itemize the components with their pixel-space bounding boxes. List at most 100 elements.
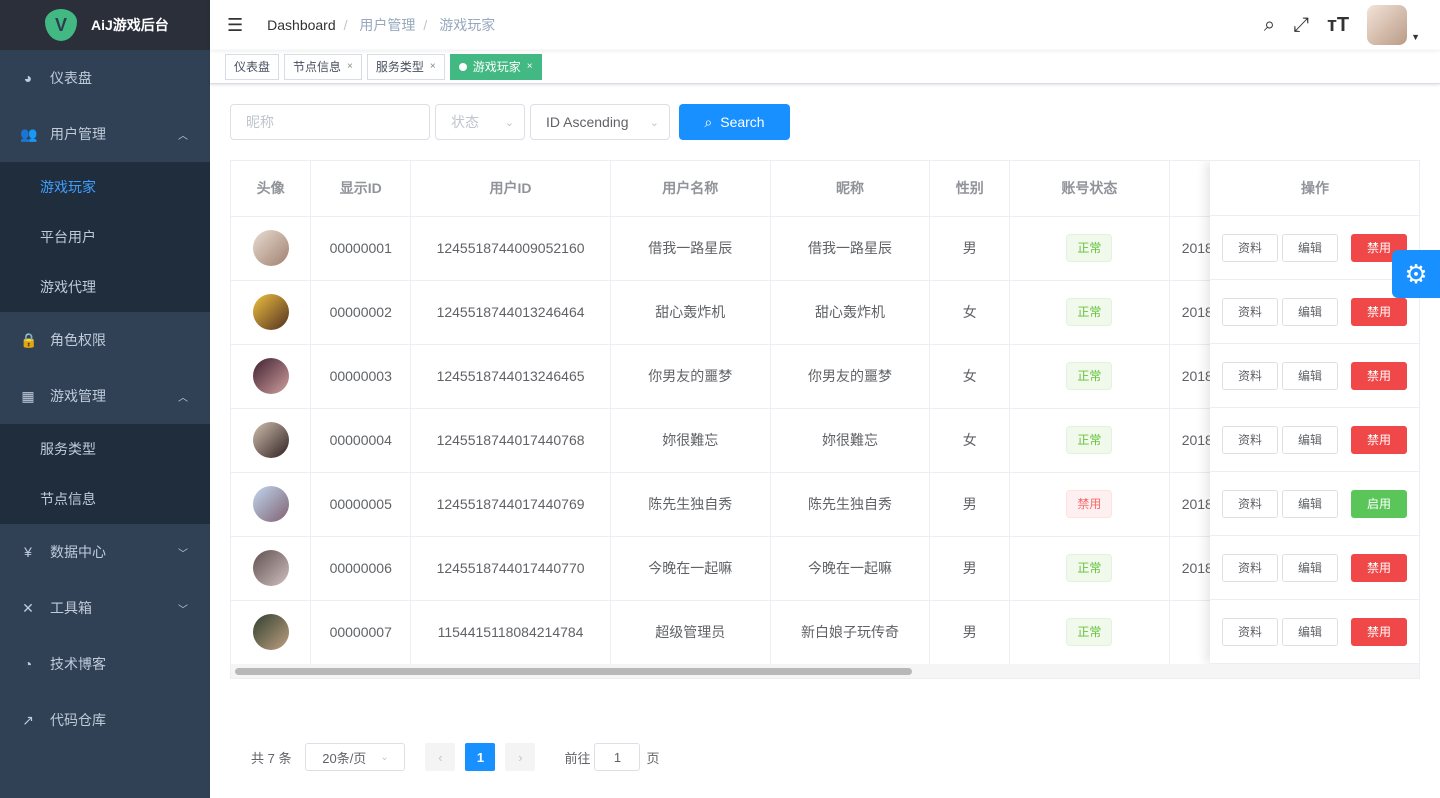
avatar-cell	[231, 344, 312, 409]
edit-button[interactable]: 编辑	[1282, 553, 1338, 582]
tools-icon: ✕	[22, 599, 34, 616]
total-count: 共 7 条	[251, 750, 292, 766]
tag-label: 服务类型	[375, 60, 424, 74]
user-avatar[interactable]	[1367, 5, 1408, 45]
logo[interactable]: V AiJ游戏后台	[0, 0, 210, 50]
column-header: 性别	[929, 161, 1011, 217]
profile-button[interactable]: 资料	[1222, 617, 1278, 646]
page-1-button[interactable]: 1	[465, 743, 496, 771]
user-icon: 👥	[20, 125, 38, 142]
tag-tab[interactable]: 节点信息 ×	[284, 53, 362, 80]
tag-label: 节点信息	[293, 60, 342, 74]
close-icon[interactable]: ×	[430, 61, 436, 72]
user-id-cell: 1245518744009052160	[410, 216, 611, 281]
breadcrumb-item: 用户管理	[359, 17, 416, 33]
grid-icon: ▦	[21, 387, 35, 404]
search-icon[interactable]: ⌕	[1264, 14, 1275, 37]
dashboard-icon: ◕	[23, 70, 33, 86]
actions-row: 资料 编辑 禁用	[1210, 280, 1419, 344]
sidebar-item-label: 技术博客	[50, 656, 106, 672]
active-dot-icon	[458, 62, 467, 71]
close-icon[interactable]: ×	[527, 61, 533, 72]
sidebar-item[interactable]: 🔒 角色权限	[0, 312, 210, 368]
caret-down-icon[interactable]: ▼	[1411, 32, 1420, 42]
column-header: 账号状态	[1009, 161, 1170, 217]
chevron-up-icon: ︿	[178, 130, 188, 142]
column-header: 头像	[231, 161, 312, 217]
gender-cell: 女	[929, 280, 1011, 345]
sidebar-item[interactable]: ◔ 技术博客	[0, 636, 210, 692]
hamburger-icon[interactable]: ☰	[227, 15, 243, 36]
edit-button[interactable]: 编辑	[1282, 361, 1338, 390]
chevron-up-icon: ︿	[178, 392, 188, 404]
sidebar-item-label: 工具箱	[50, 600, 92, 616]
edit-button[interactable]: 编辑	[1282, 617, 1338, 646]
sidebar-subitem[interactable]: 游戏玩家	[0, 162, 210, 212]
edit-button[interactable]: 编辑	[1282, 297, 1338, 326]
actions-row: 资料 编辑 禁用	[1210, 216, 1419, 280]
search-button[interactable]: ⌕ Search	[679, 104, 790, 140]
status-badge: 正常	[1066, 234, 1113, 262]
sidebar-item[interactable]: ▦ 游戏管理 ︿	[0, 368, 210, 424]
disable-button[interactable]: 禁用	[1351, 425, 1407, 454]
disable-button[interactable]: 禁用	[1351, 617, 1407, 646]
sidebar-subitem[interactable]: 平台用户	[0, 212, 210, 262]
nickname-cell: 借我一路星辰	[770, 216, 931, 281]
sidebar-item[interactable]: 👥 用户管理 ︿	[0, 106, 210, 162]
filter-bar: 昵称 状态 ⌄ ID Ascending ⌄ ⌕ Search	[230, 104, 790, 140]
tag-tab[interactable]: 游戏玩家 ×	[449, 53, 542, 80]
profile-button[interactable]: 资料	[1222, 233, 1278, 262]
enable-button[interactable]: 启用	[1351, 489, 1407, 518]
gender-cell: 女	[929, 344, 1011, 409]
avatar	[252, 294, 289, 330]
disable-button[interactable]: 禁用	[1351, 553, 1407, 582]
sidebar-item[interactable]: ↗ 代码仓库	[0, 692, 210, 748]
column-header: 操作	[1210, 161, 1419, 216]
profile-button[interactable]: 资料	[1222, 553, 1278, 582]
sidebar-subitem[interactable]: 游戏代理	[0, 262, 210, 312]
scrollbar-thumb[interactable]	[235, 668, 912, 675]
next-page-button[interactable]: ›	[505, 743, 536, 771]
sidebar-item[interactable]: ¥ 数据中心 ﹀	[0, 524, 210, 580]
username-cell: 借我一路星辰	[610, 216, 771, 281]
edit-button[interactable]: 编辑	[1282, 489, 1338, 518]
edit-button[interactable]: 编辑	[1282, 233, 1338, 262]
goto-page-input[interactable]: 1	[594, 743, 641, 771]
sidebar-item[interactable]: ✕ 工具箱 ﹀	[0, 580, 210, 636]
horizontal-scrollbar[interactable]	[231, 664, 1419, 678]
tag-tab[interactable]: 服务类型 ×	[366, 53, 445, 80]
fullscreen-icon[interactable]: ⤢	[1293, 14, 1309, 37]
settings-gear-button[interactable]: ⚙	[1392, 250, 1440, 298]
edit-button[interactable]: 编辑	[1282, 425, 1338, 454]
sidebar-item[interactable]: ◕ 仪表盘	[0, 50, 210, 106]
gender-cell: 男	[929, 600, 1011, 665]
profile-button[interactable]: 资料	[1222, 297, 1278, 326]
chevron-down-icon: ﹀	[178, 548, 188, 560]
profile-button[interactable]: 资料	[1222, 361, 1278, 390]
sidebar-subitem[interactable]: 服务类型	[0, 424, 210, 474]
page-size-select[interactable]: 20条/页 ⌄	[305, 743, 406, 771]
display-id-cell: 00000005	[310, 472, 412, 537]
status-cell: 正常	[1009, 408, 1170, 473]
username-cell: 甜心轰炸机	[610, 280, 771, 345]
sort-select[interactable]: ID Ascending ⌄	[530, 104, 670, 140]
status-badge: 正常	[1066, 362, 1113, 390]
close-icon[interactable]: ×	[347, 61, 353, 72]
profile-button[interactable]: 资料	[1222, 425, 1278, 454]
logo-icon: V	[45, 9, 77, 41]
disable-button[interactable]: 禁用	[1351, 297, 1407, 326]
prev-page-button[interactable]: ‹	[425, 743, 456, 771]
font-size-icon[interactable]: тT	[1327, 14, 1349, 37]
avatar-cell	[231, 216, 312, 281]
actions-row: 资料 编辑 禁用	[1210, 536, 1419, 600]
disable-button[interactable]: 禁用	[1351, 361, 1407, 390]
avatar-cell	[231, 536, 312, 601]
tag-tab[interactable]: 仪表盘	[225, 53, 280, 80]
breadcrumb-item[interactable]: Dashboard	[267, 17, 336, 33]
sidebar-item-label: 用户管理	[50, 126, 106, 142]
profile-button[interactable]: 资料	[1222, 489, 1278, 518]
nickname-input[interactable]: 昵称	[230, 104, 430, 140]
column-header: 用户ID	[410, 161, 611, 217]
status-select[interactable]: 状态 ⌄	[435, 104, 525, 140]
sidebar-subitem[interactable]: 节点信息	[0, 474, 210, 524]
